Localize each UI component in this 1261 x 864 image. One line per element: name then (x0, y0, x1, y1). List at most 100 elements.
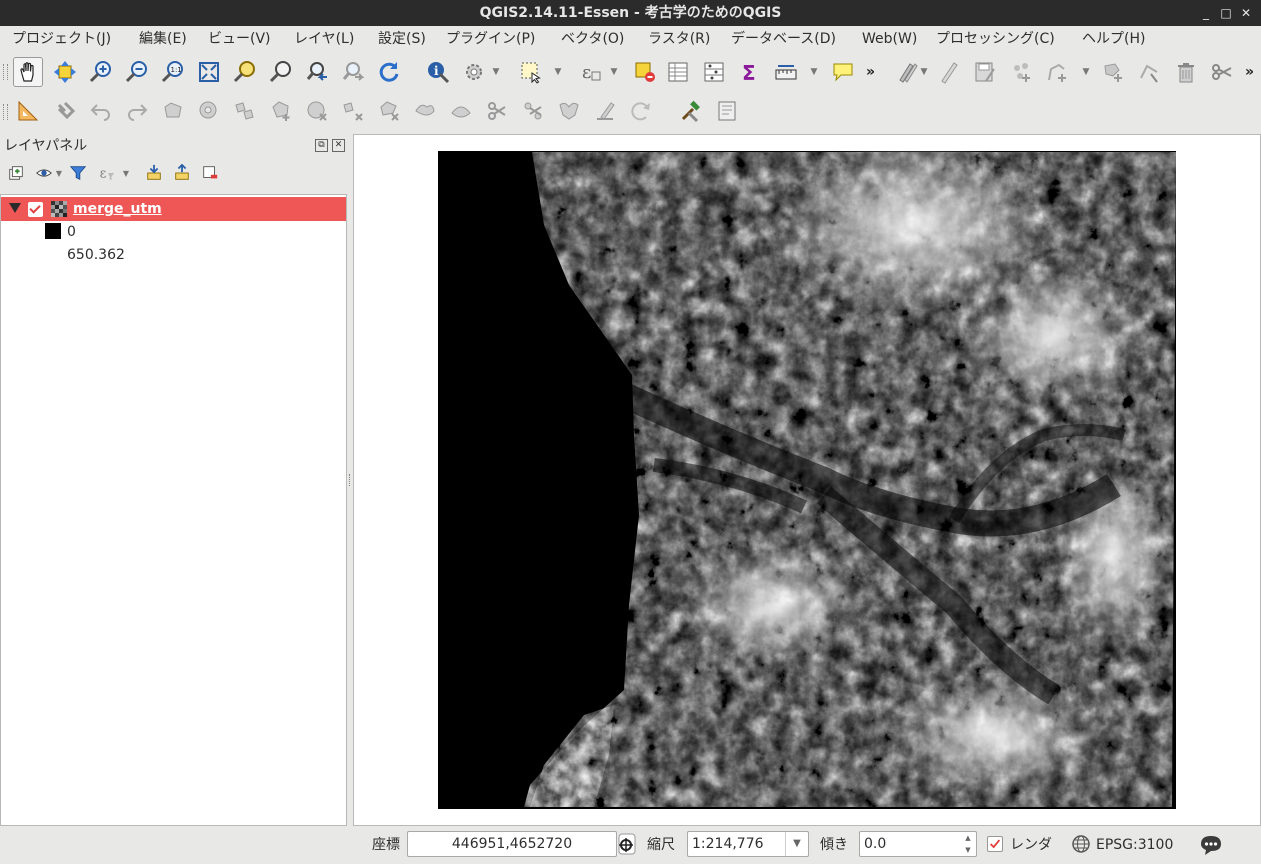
select-by-expression-button[interactable]: ε (575, 57, 605, 87)
edits-dropdown-arrow[interactable]: ▼ (918, 62, 930, 82)
rotation-spinbox[interactable]: 0.0 ▲ ▼ (859, 831, 977, 857)
merge-features-button[interactable] (554, 96, 584, 126)
pan-tool-button[interactable] (13, 57, 43, 87)
add-group-button[interactable] (5, 162, 27, 184)
delete-selected-button[interactable] (1171, 57, 1201, 87)
delete-ring-button[interactable] (302, 96, 332, 126)
measure-line-button[interactable] (771, 57, 801, 87)
rotation-up-icon[interactable]: ▲ (962, 832, 974, 844)
reshape-features-button[interactable] (410, 96, 440, 126)
zoom-out-button[interactable] (122, 57, 152, 87)
node-tool-button[interactable] (1134, 57, 1164, 87)
menu-view[interactable]: ビュー(V) (208, 26, 271, 52)
manage-visibility-button[interactable] (33, 162, 55, 184)
zoom-to-selection-button[interactable] (230, 57, 260, 87)
toggle-editing-button[interactable] (934, 57, 964, 87)
menu-edit[interactable]: 編集(E) (139, 26, 187, 52)
filter-by-expression-button[interactable]: ε (96, 162, 118, 184)
remove-layer-button[interactable] (199, 162, 221, 184)
layer-visibility-checkbox[interactable] (28, 202, 43, 217)
delete-feature-part-button[interactable] (374, 96, 404, 126)
add-line-button[interactable] (1042, 57, 1072, 87)
refresh-button[interactable] (374, 57, 404, 87)
menu-vector[interactable]: ベクタ(O) (561, 26, 624, 52)
toolbar-overflow-2[interactable]: » (1245, 62, 1259, 82)
split-parts-button[interactable] (518, 96, 548, 126)
merge-attributes-button[interactable] (590, 96, 620, 126)
zoom-next-button[interactable] (338, 57, 368, 87)
zoom-native-button[interactable]: 1:1 (158, 57, 188, 87)
save-layer-edits-button[interactable] (970, 57, 1000, 87)
crs-button[interactable] (1071, 834, 1091, 854)
deselect-all-button[interactable] (630, 57, 660, 87)
add-feature-dropdown-arrow[interactable]: ▼ (1080, 62, 1092, 82)
menu-layer[interactable]: レイヤ(L) (294, 26, 354, 52)
measure-angle-button[interactable] (13, 96, 43, 126)
layer-row-merge-utm[interactable]: merge_utm (1, 197, 346, 221)
zoom-last-button[interactable] (302, 57, 332, 87)
toolbar-overflow-1[interactable]: » (866, 62, 880, 82)
add-point-button[interactable] (1006, 57, 1036, 87)
toolbar-grip[interactable] (3, 64, 8, 80)
undo-button[interactable] (86, 96, 116, 126)
menu-project[interactable]: プロジェクト(J) (12, 26, 111, 52)
visibility-dropdown-arrow[interactable]: ▼ (53, 162, 65, 184)
toolbar-grip-2[interactable] (3, 104, 8, 120)
delete-part-button[interactable] (338, 96, 368, 126)
action-button[interactable] (459, 57, 489, 87)
coordinate-field[interactable]: 446951,4652720 (407, 831, 617, 857)
rotate-point-symbols-button[interactable] (626, 96, 656, 126)
split-features-button[interactable] (482, 96, 512, 126)
zoom-full-button[interactable] (194, 57, 224, 87)
fill-ring-button[interactable] (266, 96, 296, 126)
layer-name[interactable]: merge_utm (73, 197, 162, 221)
identify-features-button[interactable]: i (423, 57, 453, 87)
panel-close-button[interactable]: ✕ (332, 139, 345, 152)
messages-button[interactable] (1199, 834, 1223, 856)
menu-database[interactable]: データベース(D) (731, 26, 836, 52)
filter-legend-button[interactable] (67, 162, 89, 184)
redo-button[interactable] (122, 96, 152, 126)
select-dropdown-arrow[interactable]: ▼ (552, 62, 564, 82)
attribute-table-button[interactable] (663, 57, 693, 87)
scale-combo[interactable]: 1:214,776 ▼ (687, 831, 809, 857)
menu-plugins[interactable]: プラグイン(P) (446, 26, 535, 52)
expression-dropdown-arrow[interactable]: ▼ (608, 62, 620, 82)
zoom-in-button[interactable] (86, 57, 116, 87)
collapse-all-button[interactable] (171, 162, 193, 184)
render-checkbox[interactable] (987, 836, 1003, 852)
snapping-button[interactable] (50, 96, 80, 126)
menu-settings[interactable]: 設定(S) (378, 26, 426, 52)
coordinate-toggle-button[interactable] (618, 833, 636, 855)
pan-to-selection-button[interactable] (50, 57, 80, 87)
offset-curve-button[interactable] (446, 96, 476, 126)
rotation-down-icon[interactable]: ▼ (962, 844, 974, 856)
crs-label[interactable]: EPSG:3100 (1096, 835, 1173, 855)
measure-dropdown-arrow[interactable]: ▼ (808, 62, 820, 82)
minimize-button[interactable]: _ (1197, 4, 1215, 22)
close-button[interactable]: ✕ (1237, 4, 1255, 22)
menu-help[interactable]: ヘルプ(H) (1082, 26, 1145, 52)
maximize-button[interactable]: □ (1217, 4, 1235, 22)
select-features-button[interactable] (516, 57, 546, 87)
expand-all-button[interactable] (143, 162, 165, 184)
field-calculator-button[interactable] (699, 57, 729, 87)
panel-float-button[interactable]: ⧉ (315, 139, 328, 152)
expression-filter-dropdown-arrow[interactable]: ▼ (120, 162, 132, 184)
menu-processing[interactable]: プロセッシング(C) (936, 26, 1055, 52)
menu-web[interactable]: Web(W) (862, 26, 917, 52)
plugin-tool-button[interactable] (676, 96, 706, 126)
scale-dropdown-icon[interactable]: ▼ (785, 832, 808, 856)
map-canvas[interactable] (353, 134, 1261, 826)
cut-features-button[interactable] (1207, 57, 1237, 87)
collapse-arrow-icon[interactable] (9, 203, 21, 213)
add-ring-button[interactable] (194, 96, 224, 126)
action-dropdown-arrow[interactable]: ▼ (490, 62, 502, 82)
move-feature-button[interactable] (1098, 57, 1128, 87)
map-tips-button[interactable] (828, 57, 858, 87)
simplify-feature-button[interactable] (158, 96, 188, 126)
georeferencer-button[interactable] (712, 96, 742, 126)
statistical-summary-button[interactable]: Σ (735, 57, 765, 87)
zoom-to-layer-button[interactable] (266, 57, 296, 87)
add-part-button[interactable] (230, 96, 260, 126)
